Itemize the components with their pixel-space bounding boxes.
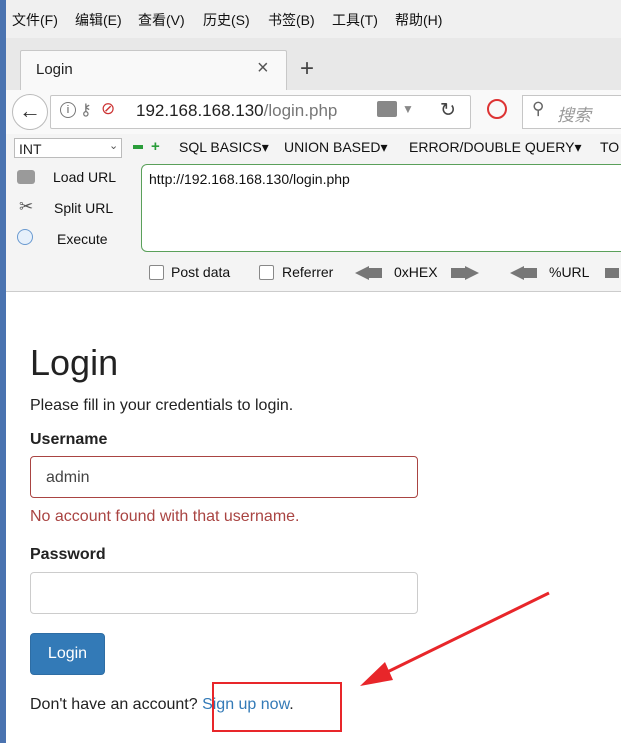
password-label: Password (30, 546, 106, 563)
new-tab-icon[interactable]: + (300, 55, 314, 83)
menu-union-based-label: UNION BASED (284, 139, 381, 155)
load-url-icon[interactable] (17, 170, 35, 184)
close-icon[interactable]: × (257, 57, 269, 80)
username-error: No account found with that username. (30, 508, 300, 525)
split-url-button[interactable]: Split URL (54, 200, 113, 216)
signup-prefix: Don't have an account? (30, 696, 203, 713)
hex-encode-arrow-bar (451, 268, 465, 278)
back-icon[interactable]: ← (12, 94, 48, 130)
search-icon: ⚲ (532, 99, 545, 118)
hex-decode-arrow-bar (368, 268, 382, 278)
execute-button[interactable]: Execute (57, 231, 108, 247)
menu-sql-basics-label: SQL BASICS (179, 139, 262, 155)
menu-tools-truncated[interactable]: TO (600, 139, 619, 155)
hex-encode-arrow-icon[interactable] (465, 266, 479, 280)
referrer-checkbox[interactable] (259, 265, 274, 280)
url-path: /login.php (263, 101, 338, 120)
menu-sql-basics[interactable]: SQL BASICS▾ (179, 139, 269, 156)
search-placeholder: 搜索 (557, 106, 591, 125)
menu-view[interactable]: 查看(V) (138, 10, 185, 30)
annotation-arrow-icon (360, 591, 550, 686)
post-data-checkbox[interactable] (149, 265, 164, 280)
post-data-label: Post data (171, 264, 231, 280)
chevron-down-icon[interactable]: ▼ (402, 102, 414, 116)
url-encode-label: %URL (549, 264, 590, 280)
username-label: Username (30, 431, 108, 448)
url-text[interactable]: 192.168.168.130/login.php (136, 101, 337, 121)
menu-bookmarks[interactable]: 书签(B) (268, 10, 315, 30)
execute-icon[interactable] (17, 229, 33, 245)
hex-label: 0xHEX (394, 264, 438, 280)
reload-icon[interactable]: ↻ (440, 99, 456, 122)
annotation-highlight-box (212, 682, 342, 732)
drive-icon[interactable] (377, 101, 397, 117)
type-select[interactable]: INT (14, 138, 122, 158)
minus-icon[interactable] (133, 145, 143, 149)
menu-union-based[interactable]: UNION BASED▾ (284, 139, 388, 156)
info-icon[interactable]: i (60, 102, 76, 118)
username-value: admin (46, 469, 90, 486)
chevron-down-icon: ⌄ (109, 140, 119, 152)
menu-edit[interactable]: 编辑(E) (75, 10, 122, 30)
hex-decode-arrow-icon[interactable] (355, 266, 369, 280)
hackbar-url-text: http://192.168.168.130/login.php (149, 171, 350, 187)
referrer-label: Referrer (282, 264, 334, 280)
menu-file[interactable]: 文件(F) (12, 10, 58, 30)
menu-error-double-query[interactable]: ERROR/DOUBLE QUERY▾ (409, 139, 581, 156)
load-url-button[interactable]: Load URL (53, 169, 116, 185)
scissors-icon[interactable]: ✂ (19, 197, 33, 217)
key-icon[interactable]: ⚷ (80, 100, 92, 120)
menu-help[interactable]: 帮助(H) (395, 10, 442, 30)
blocked-script-icon[interactable]: ⊘ (101, 99, 115, 119)
menu-tools[interactable]: 工具(T) (332, 10, 378, 30)
menu-history[interactable]: 历史(S) (203, 10, 250, 30)
noscript-icon[interactable] (487, 99, 507, 119)
url-decode-arrow-bar (523, 268, 537, 278)
url-encode-arrow-bar (605, 268, 619, 278)
login-button[interactable]: Login (30, 633, 105, 675)
plus-icon[interactable]: + (151, 138, 160, 155)
page-title: Login (30, 342, 119, 383)
url-host: 192.168.168.130 (136, 101, 264, 120)
tab-title: Login (36, 61, 73, 78)
page-subtitle: Please fill in your credentials to login… (30, 397, 294, 414)
menu-error-double-query-label: ERROR/DOUBLE QUERY (409, 139, 575, 155)
url-decode-arrow-icon[interactable] (510, 266, 524, 280)
